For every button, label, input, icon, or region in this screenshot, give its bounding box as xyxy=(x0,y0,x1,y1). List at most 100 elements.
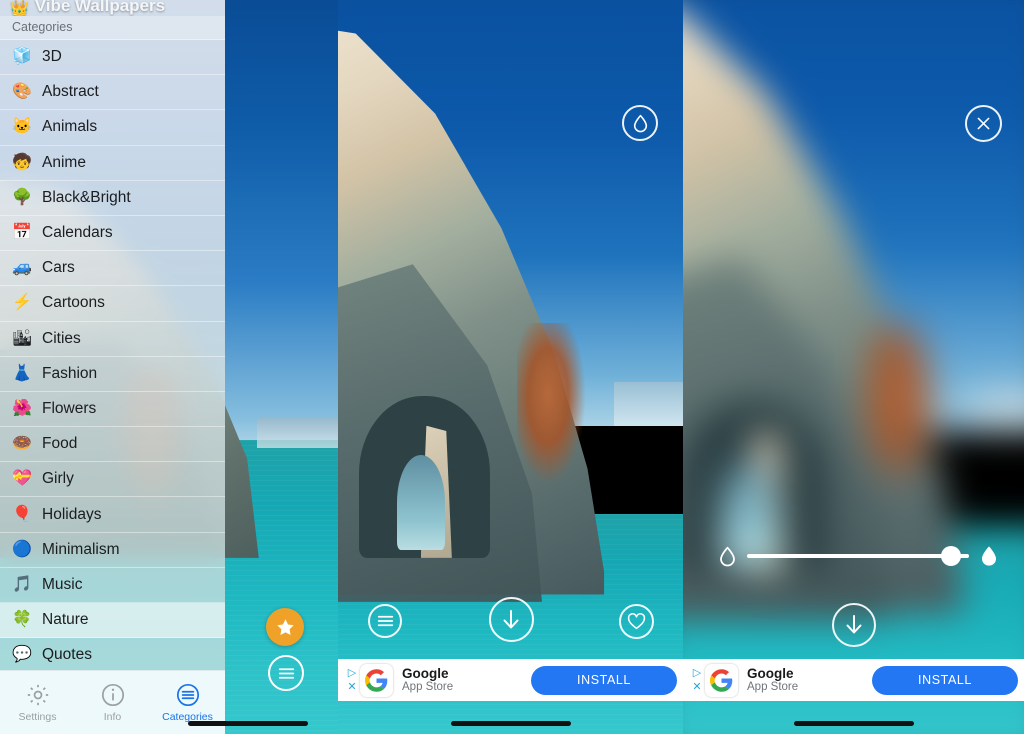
ad-install-button[interactable]: INSTALL xyxy=(872,665,1018,695)
sidebar-item-label: Fashion xyxy=(42,364,98,382)
ad-choices-icon[interactable]: ▷ xyxy=(693,667,701,679)
ad-install-button[interactable]: INSTALL xyxy=(531,665,677,695)
ad-advertiser: Google xyxy=(402,665,449,681)
sidebar-item-label: Music xyxy=(42,575,83,593)
tree-icon: 🌳 xyxy=(12,188,32,206)
slider-track[interactable] xyxy=(747,546,969,566)
sidebar-item-cars[interactable]: 🚙 Cars xyxy=(0,251,225,287)
rock-rust-layer xyxy=(517,322,587,485)
sidebar-item-flowers[interactable]: 🌺 Flowers xyxy=(0,392,225,428)
favorite-button[interactable] xyxy=(619,604,654,639)
sidebar-item-quotes[interactable]: 💬 Quotes xyxy=(0,638,225,670)
favorites-star-button[interactable] xyxy=(266,608,304,646)
panel-blur-editor: ▷ ✕ Google App Store INSTALL xyxy=(683,0,1024,734)
horizon-layer xyxy=(256,418,338,448)
close-x-icon[interactable]: ✕ xyxy=(347,681,356,693)
wallpaper-menu-button[interactable] xyxy=(268,655,304,691)
home-indicator xyxy=(188,721,308,726)
tab-label: Settings xyxy=(18,711,57,723)
sidebar-item-label: 3D xyxy=(42,48,62,66)
sidebar-item-cities[interactable]: 🏙 Cities xyxy=(0,322,225,357)
tab-categories[interactable]: Categories xyxy=(150,682,225,723)
tab-label: Info xyxy=(103,711,122,723)
detail-action-bar xyxy=(338,597,683,652)
slider-thumb[interactable] xyxy=(941,546,962,566)
donut-icon: 🍩 xyxy=(12,435,32,453)
home-indicator xyxy=(450,721,571,726)
close-blur-button[interactable] xyxy=(965,105,1002,142)
sidebar-item-abstract[interactable]: 🎨 Abstract xyxy=(0,75,225,111)
ad-banner-marks: ▷ ✕ xyxy=(689,667,705,693)
detail-menu-button[interactable] xyxy=(368,604,402,638)
blur-intensity-slider[interactable] xyxy=(719,540,998,572)
palette-icon: 🎨 xyxy=(12,83,32,101)
crown-icon: 👑 xyxy=(10,0,29,16)
cat-icon: 🐱 xyxy=(12,118,32,136)
sidebar-item-label: Holidays xyxy=(42,505,102,523)
google-g-icon xyxy=(360,663,393,697)
download-button[interactable] xyxy=(488,597,534,642)
circle-icon: 🔵 xyxy=(12,540,32,558)
blur-toggle-button[interactable] xyxy=(622,105,658,141)
hamburger-menu-icon xyxy=(377,615,393,627)
rock-rust-layer xyxy=(861,319,942,495)
horizon-layer xyxy=(614,381,683,426)
balloon-icon: 🎈 xyxy=(12,505,32,523)
sidebar-item-label: Cartoons xyxy=(42,294,105,312)
sidebar-item-anime[interactable]: 🧒 Anime xyxy=(0,146,225,181)
sidebar-item-black-bright[interactable]: 🌳 Black&Bright xyxy=(0,181,225,216)
music-icon: 🎵 xyxy=(12,575,32,593)
ad-choices-icon[interactable]: ▷ xyxy=(348,667,356,679)
download-arrow-icon xyxy=(503,609,519,628)
download-button[interactable] xyxy=(831,603,876,647)
sidebar-item-food[interactable]: 🍩 Food xyxy=(0,427,225,463)
city-icon: 🏙 xyxy=(12,329,33,347)
sidebar-section-header: Categories xyxy=(0,16,225,40)
heart-icon xyxy=(627,613,646,630)
sidebar-item-label: Flowers xyxy=(42,399,97,417)
sidebar-item-label: Black&Bright xyxy=(42,188,131,206)
sidebar-item-music[interactable]: 🎵 Music xyxy=(0,568,225,603)
category-list[interactable]: 🧊 3D 🎨 Abstract 🐱 Animals 🧒 Anime 🌳 Black&Bright 📅… xyxy=(0,40,225,670)
sidebar-item-holidays[interactable]: 🎈 Holidays xyxy=(0,497,225,533)
sidebar-item-fashion[interactable]: 👗 Fashion xyxy=(0,357,225,392)
quote-icon: 💬 xyxy=(12,646,32,664)
info-icon xyxy=(100,682,126,708)
dress-icon: 👗 xyxy=(12,364,32,382)
list-circle-icon xyxy=(175,682,201,708)
water-drop-icon xyxy=(633,114,647,132)
hamburger-menu-icon xyxy=(278,667,294,679)
ad-subtitle: App Store xyxy=(747,681,799,694)
app-title-bar: 👑 Vibe Wallpapers xyxy=(0,0,225,16)
ad-banner-marks: ▷ ✕ xyxy=(344,667,360,693)
sidebar-item-nature[interactable]: 🍀 Nature xyxy=(0,603,225,639)
sidebar-item-minimalism[interactable]: 🔵 Minimalism xyxy=(0,533,225,568)
sidebar-item-label: Anime xyxy=(42,153,86,171)
gear-icon xyxy=(25,682,51,708)
sea-arch-opening xyxy=(396,455,445,551)
sidebar-item-label: Cars xyxy=(42,259,75,277)
sidebar-item-girly[interactable]: 💝 Girly xyxy=(0,462,225,498)
water-drop-outline-icon xyxy=(720,546,735,566)
sidebar-item-label: Abstract xyxy=(42,83,99,101)
ad-banner[interactable]: ▷ ✕ Google App Store INSTALL xyxy=(683,659,1024,701)
cube-icon: 🧊 xyxy=(12,48,32,66)
horizon-layer xyxy=(973,382,1024,431)
bolt-icon: ⚡ xyxy=(12,294,32,312)
close-x-icon[interactable]: ✕ xyxy=(692,681,701,693)
home-indicator xyxy=(793,721,914,726)
ad-banner[interactable]: ▷ ✕ Google App Store INSTALL xyxy=(338,659,683,701)
screenshot-stage: 👑 Vibe Wallpapers Categories 🧊 3D 🎨 Abstrac… xyxy=(0,0,1024,734)
calendar-icon: 📅 xyxy=(12,224,32,242)
child-icon: 🧒 xyxy=(12,153,32,171)
sidebar-item-cartoons[interactable]: ⚡ Cartoons xyxy=(0,286,225,322)
heart-gift-icon: 💝 xyxy=(12,470,32,488)
tab-info[interactable]: Info xyxy=(75,682,150,723)
ad-subtitle: App Store xyxy=(402,681,454,694)
sidebar-item-calendars[interactable]: 📅 Calendars xyxy=(0,216,225,252)
flower-icon: 🌺 xyxy=(12,399,32,417)
sidebar-item-animals[interactable]: 🐱 Animals xyxy=(0,110,225,146)
categories-sidebar: 👑 Vibe Wallpapers Categories 🧊 3D 🎨 Abstrac… xyxy=(0,0,225,734)
tab-settings[interactable]: Settings xyxy=(0,682,75,723)
sidebar-item-3d[interactable]: 🧊 3D xyxy=(0,40,225,76)
